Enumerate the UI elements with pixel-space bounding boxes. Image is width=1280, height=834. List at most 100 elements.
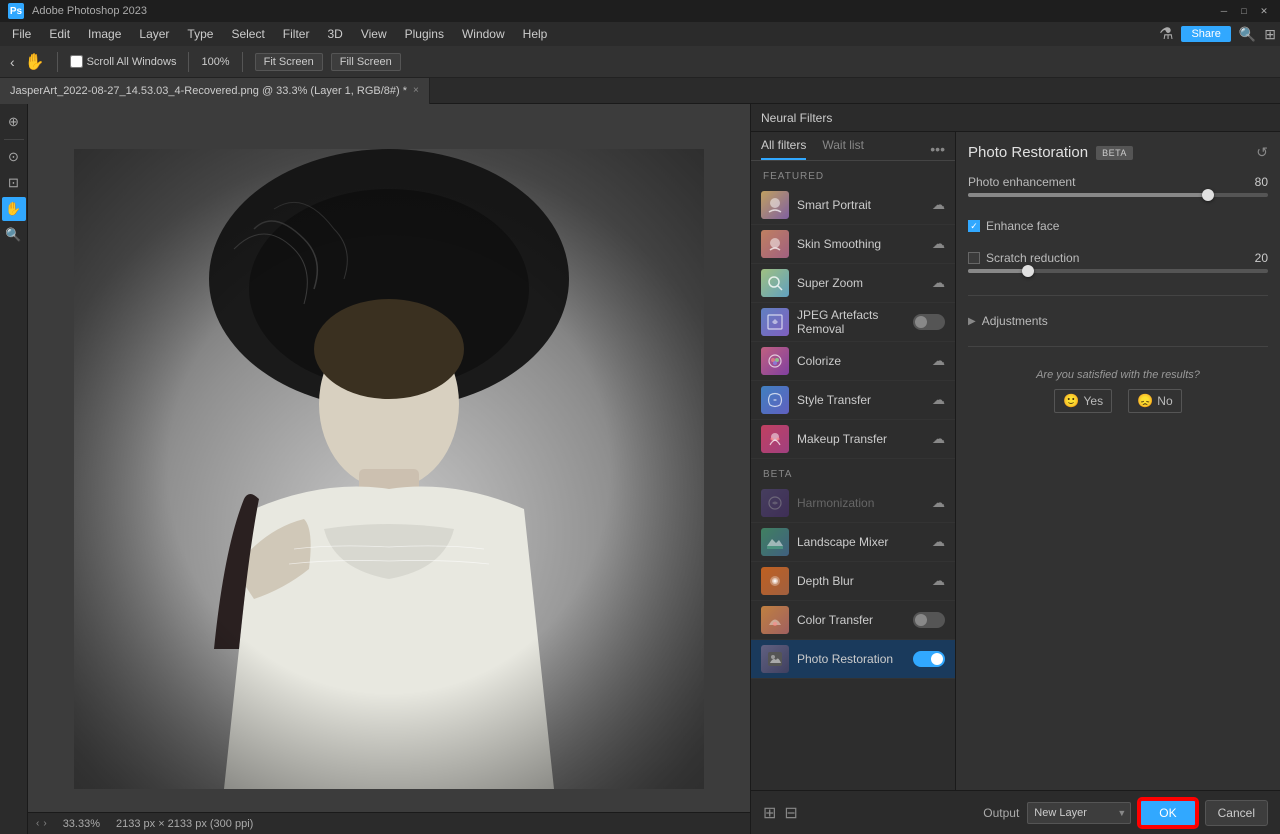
filter-style-transfer[interactable]: Style Transfer ☁ <box>751 381 955 420</box>
filter-settings-panel: Photo Restoration BETA ↺ Photo enhanceme… <box>956 132 1280 790</box>
search-icon[interactable]: 🔍 <box>1239 26 1256 43</box>
filter-makeup-transfer[interactable]: Makeup Transfer ☁ <box>751 420 955 459</box>
minimize-button[interactable]: ─ <box>1216 3 1232 19</box>
menu-image[interactable]: Image <box>80 25 129 43</box>
menu-file[interactable]: File <box>4 25 39 43</box>
menu-bar: File Edit Image Layer Type Select Filter… <box>0 22 1280 46</box>
menu-layer[interactable]: Layer <box>131 25 177 43</box>
app-title: Adobe Photoshop 2023 <box>32 5 147 17</box>
enhance-face-row: Enhance face <box>968 219 1268 233</box>
ok-button[interactable]: OK <box>1139 799 1196 827</box>
menu-help[interactable]: Help <box>515 25 556 43</box>
scroll-all-checkbox[interactable] <box>70 55 83 68</box>
reset-icon[interactable]: ↺ <box>1256 144 1268 161</box>
menu-type[interactable]: Type <box>179 25 221 43</box>
output-select[interactable]: New Layer Current Layer New Document <box>1027 802 1131 824</box>
close-button[interactable]: ✕ <box>1256 3 1272 19</box>
photo-enhancement-section: Photo enhancement 80 <box>968 175 1268 205</box>
left-toolbar: ⊕ ⊙ ⊡ ✋ 🔍 <box>0 104 28 834</box>
feedback-yes-button[interactable]: 🙂 Yes <box>1054 389 1112 413</box>
feedback-no-button[interactable]: 😞 No <box>1128 389 1182 413</box>
share-button[interactable]: Share <box>1181 26 1230 42</box>
crop-tool[interactable]: ⊡ <box>2 171 26 195</box>
menu-window[interactable]: Window <box>454 25 513 43</box>
filter-harmonization[interactable]: Harmonization ☁ <box>751 484 955 523</box>
options-separator3 <box>242 52 243 72</box>
menu-select[interactable]: Select <box>223 25 272 43</box>
portrait-svg <box>74 149 704 789</box>
workspace: ⊕ ⊙ ⊡ ✋ 🔍 <box>0 104 1280 834</box>
hand-tool-icon[interactable]: ✋ <box>25 52 45 72</box>
compare-icon[interactable]: ⊞ <box>763 803 776 823</box>
photo-restoration-name: Photo Restoration <box>797 652 905 666</box>
menu-edit[interactable]: Edit <box>41 25 78 43</box>
scratch-reduction-slider[interactable] <box>968 269 1268 273</box>
filter-landscape-mixer[interactable]: Landscape Mixer ☁ <box>751 523 955 562</box>
tab-wait-list[interactable]: Wait list <box>822 138 864 160</box>
skin-smoothing-name: Skin Smoothing <box>797 237 924 251</box>
hand-tool[interactable]: ✋ <box>2 197 26 221</box>
adjustments-row[interactable]: ▶ Adjustments <box>968 310 1268 332</box>
filter-jpeg-artefacts[interactable]: JPEG Artefacts Removal <box>751 303 955 342</box>
menu-plugins[interactable]: Plugins <box>397 25 452 43</box>
jpeg-artefacts-toggle[interactable] <box>913 314 945 330</box>
menu-view[interactable]: View <box>353 25 395 43</box>
no-icon: 😞 <box>1137 393 1153 409</box>
cancel-button[interactable]: Cancel <box>1205 800 1268 826</box>
settings-title: Photo Restoration <box>968 144 1088 161</box>
workspace-icon[interactable]: ⊞ <box>1264 26 1276 43</box>
photo-enhancement-thumb[interactable] <box>1202 189 1214 201</box>
status-bar: ‹ › 33.33% 2133 px × 2133 px (300 ppi) <box>28 812 750 834</box>
scratch-reduction-label: Scratch reduction <box>986 251 1079 265</box>
style-transfer-name: Style Transfer <box>797 393 924 407</box>
tabs-more-icon[interactable]: ••• <box>930 141 945 157</box>
doc-tab[interactable]: JasperArt_2022-08-27_14.53.03_4-Recovere… <box>0 78 430 104</box>
canvas-area: ‹ › 33.33% 2133 px × 2133 px (300 ppi) <box>28 104 750 834</box>
filter-photo-restoration[interactable]: Photo Restoration <box>751 640 955 679</box>
style-transfer-cloud: ☁ <box>932 392 945 408</box>
cloud-status-icon[interactable]: ⚗ <box>1159 24 1173 44</box>
photo-restoration-toggle[interactable] <box>913 651 945 667</box>
super-zoom-cloud: ☁ <box>932 275 945 291</box>
back-arrow[interactable]: ‹ <box>8 52 17 72</box>
menu-3d[interactable]: 3D <box>319 25 350 43</box>
bottom-bar: ⊞ ⊟ Output New Layer Current Layer New D… <box>751 790 1280 834</box>
panel-header: Neural Filters <box>751 104 1280 132</box>
tab-all-filters[interactable]: All filters <box>761 138 806 160</box>
doc-tab-title: JasperArt_2022-08-27_14.53.03_4-Recovere… <box>10 85 407 97</box>
zoom-tool[interactable]: 🔍 <box>2 223 26 247</box>
fit-screen-button[interactable]: Fit Screen <box>255 53 323 71</box>
scroll-all-label[interactable]: Scroll All Windows <box>70 55 177 68</box>
options-separator <box>57 52 58 72</box>
filter-colorize[interactable]: Colorize ☁ <box>751 342 955 381</box>
filter-super-zoom[interactable]: Super Zoom ☁ <box>751 264 955 303</box>
filter-color-transfer[interactable]: Color Transfer <box>751 601 955 640</box>
feedback-buttons: 🙂 Yes 😞 No <box>968 389 1268 413</box>
filter-list: All filters Wait list ••• FEATURED Smart… <box>751 132 956 790</box>
tab-close-button[interactable]: × <box>413 85 419 96</box>
harmonization-cloud: ☁ <box>932 495 945 511</box>
fill-screen-button[interactable]: Fill Screen <box>331 53 401 71</box>
enhance-face-checkbox[interactable] <box>968 220 980 232</box>
scratch-reduction-checkbox[interactable] <box>968 252 980 264</box>
color-transfer-toggle[interactable] <box>913 612 945 628</box>
smart-portrait-cloud: ☁ <box>932 197 945 213</box>
scratch-reduction-thumb[interactable] <box>1022 265 1034 277</box>
beta-label: BETA <box>751 459 955 484</box>
photo-enhancement-slider[interactable] <box>968 193 1268 197</box>
landscape-mixer-icon <box>761 528 789 556</box>
filter-depth-blur[interactable]: Depth Blur ☁ <box>751 562 955 601</box>
filter-smart-portrait[interactable]: Smart Portrait ☁ <box>751 186 955 225</box>
scroll-all-text: Scroll All Windows <box>87 56 177 68</box>
layers-icon[interactable]: ⊟ <box>784 803 797 823</box>
colorize-icon <box>761 347 789 375</box>
status-next[interactable]: › <box>43 818 46 829</box>
zoom-status: 33.33% <box>63 818 100 830</box>
lasso-tool[interactable]: ⊙ <box>2 145 26 169</box>
move-tool[interactable]: ⊕ <box>2 110 26 134</box>
filter-skin-smoothing[interactable]: Skin Smoothing ☁ <box>751 225 955 264</box>
toolbar-separator <box>4 139 24 140</box>
menu-filter[interactable]: Filter <box>275 25 318 43</box>
maximize-button[interactable]: □ <box>1236 3 1252 19</box>
status-prev[interactable]: ‹ <box>36 818 39 829</box>
